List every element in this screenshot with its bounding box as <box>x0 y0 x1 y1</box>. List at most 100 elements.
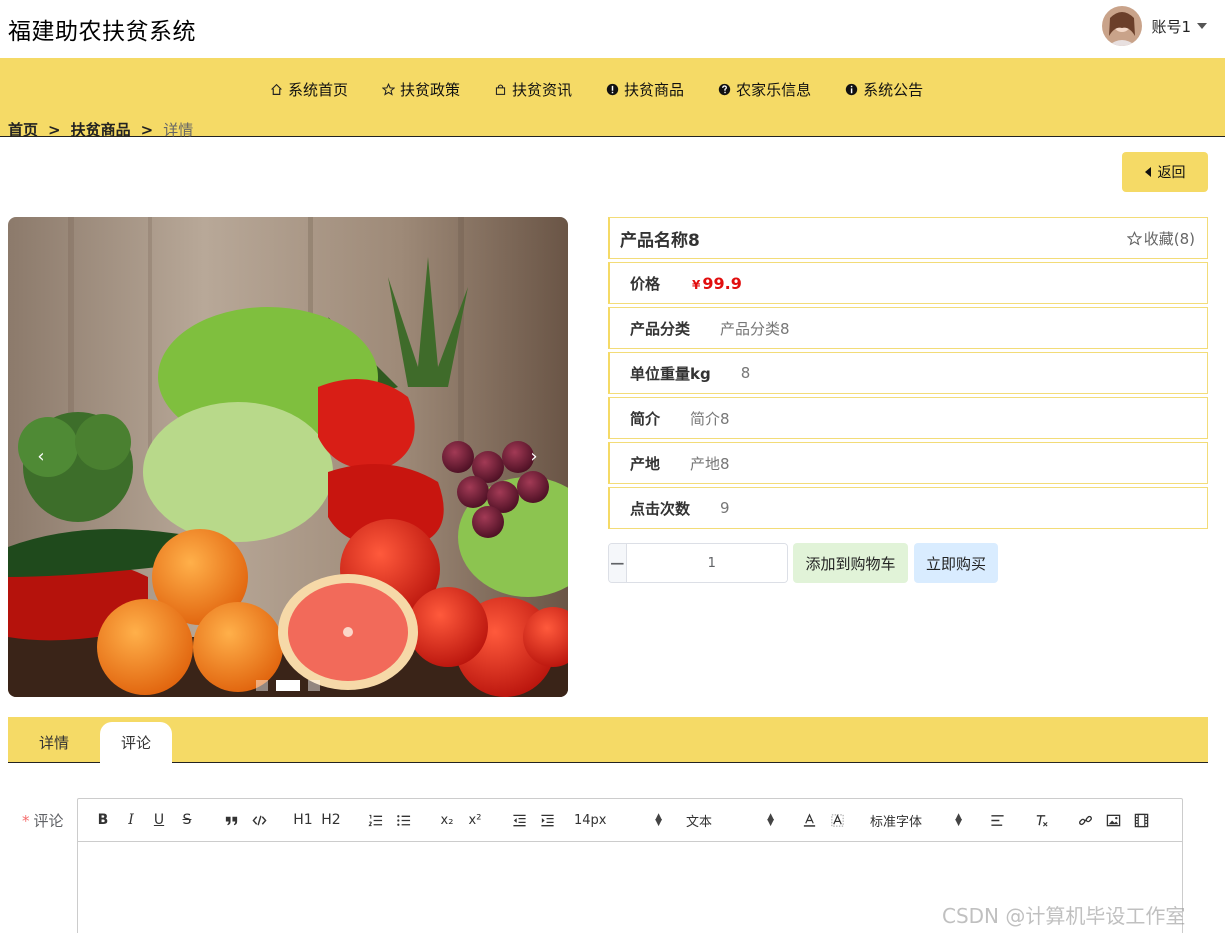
heading2-button[interactable]: H2 <box>320 809 342 831</box>
font-size-select[interactable]: 14px ▲ ▼ <box>574 813 662 828</box>
image-button[interactable] <box>1102 809 1124 831</box>
comment-label: * 评论 <box>22 810 64 831</box>
align-button[interactable] <box>986 809 1008 831</box>
blockquote-button[interactable] <box>220 809 242 831</box>
carousel-prev-button[interactable]: ‹ <box>30 446 52 468</box>
quantity-input[interactable] <box>626 544 787 582</box>
menu-item-products[interactable]: 扶贫商品 <box>606 79 684 100</box>
code-block-button[interactable] <box>248 809 270 831</box>
carousel-indicator-active[interactable] <box>276 680 300 691</box>
superscript-button[interactable]: x² <box>464 809 486 831</box>
subscript-button[interactable]: x₂ <box>436 809 458 831</box>
product-carousel[interactable]: ‹ › <box>8 217 568 697</box>
header-select[interactable]: 文本 ▲ ▼ <box>686 811 774 830</box>
nav-band: 系统首页 扶贫政策 扶贫资讯 扶贫商品 农家乐信息 系统公告 首页 > 扶贫商品… <box>0 58 1225 140</box>
menu-item-policy[interactable]: 扶贫政策 <box>382 79 460 100</box>
italic-button[interactable]: I <box>120 809 142 831</box>
carousel-indicator[interactable] <box>256 680 268 691</box>
bold-button[interactable]: B <box>92 809 114 831</box>
menu-label: 系统首页 <box>288 80 349 99</box>
link-button[interactable] <box>1074 809 1096 831</box>
menu-item-news[interactable]: 扶贫资讯 <box>494 79 572 100</box>
home-icon <box>271 83 282 95</box>
site-title: 福建助农扶贫系统 <box>8 19 196 45</box>
heading1-button[interactable]: H1 <box>292 809 314 831</box>
category-row: 产品分类 产品分类8 <box>608 307 1208 349</box>
menu-item-home[interactable]: 系统首页 <box>270 79 348 100</box>
carousel-indicator[interactable] <box>308 680 320 691</box>
breadcrumb-separator: > <box>48 120 61 139</box>
carousel-next-button[interactable]: › <box>523 446 545 468</box>
breadcrumb-category[interactable]: 扶贫商品 <box>71 119 131 140</box>
editor-toolbar: B I U S H1 H2 x₂ x² 14px ▲ ▼ 文本 ▲ ▼ 标准字体… <box>78 799 1182 842</box>
text-color-button[interactable] <box>798 809 820 831</box>
updown-icon: ▲ ▼ <box>955 812 962 828</box>
info-icon <box>845 83 858 95</box>
detail-tabs: 详情 评论 <box>8 717 1208 763</box>
indent-button[interactable] <box>536 809 558 831</box>
main-menu: 系统首页 扶贫政策 扶贫资讯 扶贫商品 农家乐信息 系统公告 <box>270 78 957 100</box>
category-value: 产品分类8 <box>720 319 790 338</box>
font-family-value: 标准字体 <box>870 814 923 830</box>
user-menu[interactable]: 账号1 <box>1102 6 1207 46</box>
align-left-icon <box>990 814 1004 826</box>
updown-icon: ▲ ▼ <box>655 812 662 828</box>
tab-comments[interactable]: 评论 <box>100 722 172 763</box>
username[interactable]: 账号1 <box>1151 16 1191 37</box>
product-info: 产品名称8 收藏(8) 价格 ¥99.9 产品分类 产品分类8 单位重量kg 8… <box>608 217 1208 532</box>
add-to-cart-button[interactable]: 添加到购物车 <box>793 543 908 583</box>
video-icon <box>1134 813 1148 827</box>
buy-now-button[interactable]: 立即购买 <box>914 543 998 583</box>
bag-icon <box>495 84 506 95</box>
carousel-indicators <box>256 680 328 691</box>
image-icon <box>1106 814 1120 826</box>
avatar[interactable] <box>1102 6 1143 46</box>
star-icon <box>382 82 396 96</box>
price-amount: 99.9 <box>702 273 742 293</box>
breadcrumb-home[interactable]: 首页 <box>8 119 38 140</box>
outdent-button[interactable] <box>508 809 530 831</box>
comment-label-text: 评论 <box>33 812 64 830</box>
menu-label: 系统公告 <box>863 80 924 99</box>
product-image <box>8 217 568 697</box>
caret-down-icon[interactable] <box>1197 23 1207 29</box>
weight-label: 单位重量kg <box>630 364 711 383</box>
intro-value: 简介8 <box>690 409 730 428</box>
menu-item-farmhouse[interactable]: 农家乐信息 <box>718 79 811 100</box>
strike-button[interactable]: S <box>176 809 198 831</box>
back-button[interactable]: 返回 <box>1122 152 1208 192</box>
back-button-label: 返回 <box>1157 165 1186 181</box>
favorite-button[interactable]: 收藏(8) <box>1126 228 1195 249</box>
bullet-list-button[interactable] <box>392 809 414 831</box>
menu-item-notice[interactable]: 系统公告 <box>845 79 923 100</box>
quantity-decrease-button[interactable]: − <box>609 544 627 582</box>
font-family-select[interactable]: 标准字体 ▲ ▼ <box>870 811 962 830</box>
weight-row: 单位重量kg 8 <box>608 352 1208 394</box>
underline-button[interactable]: U <box>148 809 170 831</box>
background-color-button[interactable] <box>826 809 848 831</box>
tab-details[interactable]: 详情 <box>20 722 88 763</box>
ordered-list-button[interactable] <box>364 809 386 831</box>
favorite-label: 收藏(8) <box>1143 229 1195 248</box>
video-button[interactable] <box>1130 809 1152 831</box>
clear-format-button[interactable] <box>1030 809 1052 831</box>
text-color-icon <box>803 812 815 827</box>
category-label: 产品分类 <box>630 319 691 338</box>
question-icon <box>718 83 731 95</box>
product-title-row: 产品名称8 收藏(8) <box>608 217 1208 259</box>
link-icon <box>1078 815 1092 825</box>
watermark: CSDN @计算机毕设工作室 <box>942 904 1186 928</box>
exclamation-icon <box>606 83 619 95</box>
price-label: 价格 <box>630 274 661 293</box>
bullet-list-icon <box>396 814 410 826</box>
menu-label: 农家乐信息 <box>736 80 812 99</box>
outdent-icon <box>512 814 526 826</box>
clicks-value: 9 <box>720 499 730 517</box>
quantity-stepper: − + <box>608 543 788 583</box>
origin-label: 产地 <box>630 454 661 473</box>
weight-value: 8 <box>740 364 751 382</box>
currency-symbol: ¥ <box>692 277 701 292</box>
intro-label: 简介 <box>630 409 661 428</box>
menu-label: 扶贫商品 <box>624 80 685 99</box>
breadcrumb-separator: > <box>140 120 154 139</box>
